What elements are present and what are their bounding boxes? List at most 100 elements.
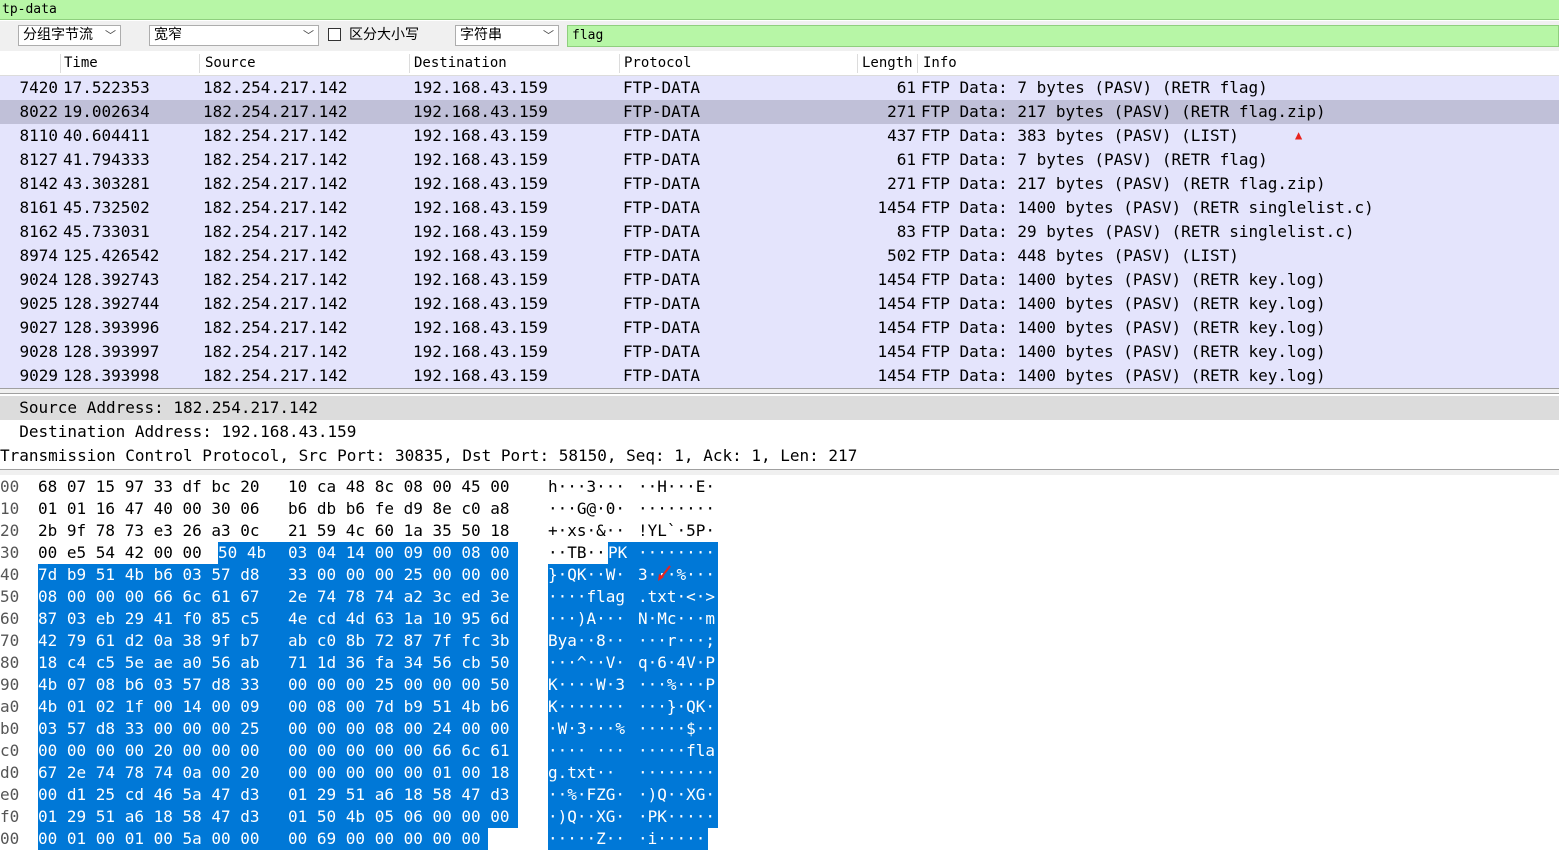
packet-dst: 192.168.43.159 (413, 246, 548, 265)
hex-row: 30 00 e5 54 42 00 00 50 4b 03 04 14 00 09 … (0, 542, 1559, 564)
packet-len: 61 (896, 78, 916, 97)
hex-bytes: 2b 9f 78 73 e3 26 a3 0c (38, 521, 260, 540)
hex-ascii-selected: ·)Q··XG· (548, 806, 638, 828)
hex-ascii-selected: K······· (548, 696, 638, 718)
packet-len: 1454 (877, 270, 916, 289)
packet-src: 182.254.217.142 (203, 246, 348, 265)
packet-len: 437 (887, 126, 916, 145)
hex-offset: b0 (0, 719, 20, 738)
packet-row[interactable]: 8974 125.426542 182.254.217.142 192.168.43.… (0, 244, 1559, 268)
packet-no: 8974 (19, 246, 58, 265)
packet-no: 8161 (19, 198, 58, 217)
hex-ascii: ··TB·· (548, 543, 606, 562)
packet-row[interactable]: 9024 128.392743 182.254.217.142 192.168.43.… (0, 268, 1559, 292)
case-sensitive-checkbox[interactable] (328, 28, 341, 41)
hex-dump-pane[interactable]: 00 68 07 15 97 33 df bc 20 10 ca 48 8c 08 … (0, 476, 1559, 850)
hex-bytes-selected: 01 29 51 a6 18 58 47 d3 (38, 806, 288, 828)
packet-info: FTP Data: 217 bytes (PASV) (RETR flag.zi… (921, 174, 1326, 193)
hex-ascii-selected: ·····fla (638, 740, 718, 762)
hex-offset: f0 (0, 807, 20, 826)
hex-row: 20 2b 9f 78 73 e3 26 a3 0c 21 59 4c 60 1a … (0, 520, 1559, 542)
packet-row[interactable]: 7420 17.522353 182.254.217.142 192.168.43.1… (0, 76, 1559, 100)
col-length-header[interactable]: Length (862, 55, 913, 71)
hex-offset: 10 (0, 499, 20, 518)
detail-destination-address[interactable]: Destination Address: 192.168.43.159 (0, 420, 1559, 444)
hex-ascii: ··H···E· (638, 477, 716, 496)
hex-ascii-selected: Bya··8·· (548, 630, 638, 652)
packet-no: 9024 (19, 270, 58, 289)
packet-proto: FTP-DATA (623, 102, 701, 121)
charset-value: 宽窄 (154, 27, 182, 43)
hex-row: c0 00 00 00 00 20 00 00 00 00 00 00 00 00 … (0, 740, 1559, 762)
packet-row[interactable]: 8142 43.303281 182.254.217.142 192.168.43.1… (0, 172, 1559, 196)
hex-ascii-selected: ·)Q··XG· (638, 784, 718, 806)
packet-dst: 192.168.43.159 (413, 342, 548, 361)
packet-row[interactable]: 8127 41.794333 182.254.217.142 192.168.43.1… (0, 148, 1559, 172)
packet-time: 128.393998 (63, 366, 160, 385)
hex-offset: 00 (0, 829, 20, 848)
search-type-combo[interactable]: 字符串 ﹀ (455, 25, 559, 46)
col-protocol-header[interactable]: Protocol (624, 55, 691, 71)
packet-proto: FTP-DATA (623, 150, 701, 169)
hex-offset: 70 (0, 631, 20, 650)
packet-proto: FTP-DATA (623, 246, 701, 265)
pane-splitter[interactable] (0, 388, 1559, 394)
packet-row[interactable]: 9025 128.392744 182.254.217.142 192.168.43.… (0, 292, 1559, 316)
packet-info: FTP Data: 1400 bytes (PASV) (RETR key.lo… (921, 318, 1326, 337)
hex-bytes-selected: 33 00 00 00 25 00 00 00 (288, 564, 518, 586)
chevron-down-icon: ﹀ (303, 29, 314, 42)
hex-bytes-selected: 4b 01 02 1f 00 14 00 09 (38, 696, 288, 718)
packet-no: 9028 (19, 342, 58, 361)
hex-bytes-selected: 00 00 00 00 00 01 00 18 (288, 762, 518, 784)
hex-offset: 50 (0, 587, 20, 606)
pane-splitter[interactable] (0, 469, 1559, 475)
packet-row-selected[interactable]: 8022 19.002634 182.254.217.142 192.168.43.1… (0, 100, 1559, 124)
hex-ascii-selected: ·i····· (638, 828, 708, 850)
hex-bytes: 01 01 16 47 40 00 30 06 (38, 499, 260, 518)
packet-time: 17.522353 (63, 78, 150, 97)
hex-ascii-selected: ········ (638, 762, 718, 784)
hex-ascii-selected: ···%···P (638, 674, 718, 696)
hex-row: d0 67 2e 74 78 74 0a 00 20 00 00 00 00 00 … (0, 762, 1559, 784)
hex-bytes: 10 ca 48 8c 08 00 45 00 (288, 477, 510, 496)
hex-ascii-selected: q·6·4V·P (638, 652, 718, 674)
hex-bytes-selected: 00 d1 25 cd 46 5a 47 d3 (38, 784, 288, 806)
hex-bytes-selected: 00 00 00 00 20 00 00 00 (38, 740, 288, 762)
hex-ascii-selected: ·····$·· (638, 718, 718, 740)
detail-tcp[interactable]: Transmission Control Protocol, Src Port:… (0, 444, 1559, 468)
col-source-header[interactable]: Source (205, 55, 256, 71)
packet-no: 8127 (19, 150, 58, 169)
hex-ascii-selected: ····flag (548, 586, 638, 608)
packet-row[interactable]: 9028 128.393997 182.254.217.142 192.168.43.… (0, 340, 1559, 364)
hex-bytes-selected: 01 29 51 a6 18 58 47 d3 (288, 784, 518, 806)
packet-len: 1454 (877, 318, 916, 337)
packet-row[interactable]: 8162 45.733031 182.254.217.142 192.168.43.1… (0, 220, 1559, 244)
hex-row: e0 00 d1 25 cd 46 5a 47 d3 01 29 51 a6 18 … (0, 784, 1559, 806)
col-info-header[interactable]: Info (923, 55, 957, 71)
packet-no: 8022 (19, 102, 58, 121)
packet-proto: FTP-DATA (623, 342, 701, 361)
packet-proto: FTP-DATA (623, 126, 701, 145)
display-filter-bar[interactable]: tp-data (0, 0, 1559, 20)
packet-no: 9025 (19, 294, 58, 313)
hex-bytes-selected: 00 00 00 25 00 00 00 50 (288, 674, 518, 696)
search-input[interactable]: flag (567, 25, 1559, 47)
hex-bytes-selected: 7d b9 51 4b b6 03 57 d8 (38, 564, 288, 586)
search-in-combo[interactable]: 分组字节流 ﹀ (18, 25, 121, 46)
hex-row: 10 01 01 16 47 40 00 30 06 b6 db b6 fe d9 … (0, 498, 1559, 520)
hex-ascii-selected: ·PK····· (638, 806, 718, 828)
charset-combo[interactable]: 宽窄 ﹀ (149, 25, 319, 46)
packet-row[interactable]: 9029 128.393998 182.254.217.142 192.168.43.… (0, 364, 1559, 388)
packet-row[interactable]: 8161 45.732502 182.254.217.142 192.168.43.1… (0, 196, 1559, 220)
packet-row[interactable]: 8110 40.604411 182.254.217.142 192.168.43.1… (0, 124, 1559, 148)
hex-ascii-selected: .txt·<·> (638, 586, 718, 608)
packet-dst: 192.168.43.159 (413, 318, 548, 337)
col-destination-header[interactable]: Destination (414, 55, 507, 71)
detail-source-address[interactable]: Source Address: 182.254.217.142 (0, 396, 1559, 420)
hex-bytes-selected: 87 03 eb 29 41 f0 85 c5 (38, 608, 288, 630)
packet-proto: FTP-DATA (623, 318, 701, 337)
col-time-header[interactable]: Time (64, 55, 98, 71)
hex-ascii-selected: N·Mc···m (638, 608, 718, 630)
packet-row[interactable]: 9027 128.393996 182.254.217.142 192.168.43.… (0, 316, 1559, 340)
packet-time: 19.002634 (63, 102, 150, 121)
